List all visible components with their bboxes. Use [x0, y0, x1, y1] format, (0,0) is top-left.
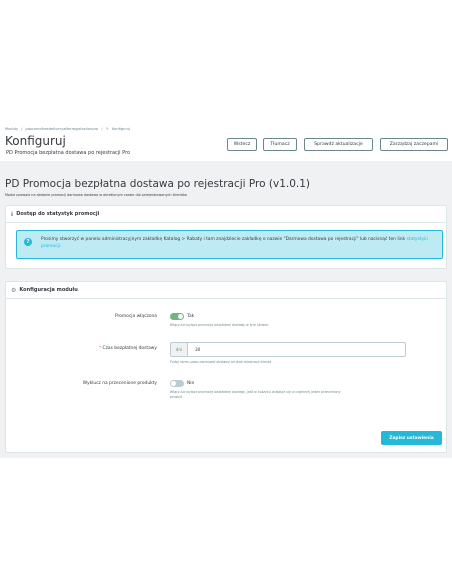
info-icon: ℹ — [11, 210, 14, 218]
module-description: Moduł pozwala na dodanie promocji darmow… — [5, 193, 187, 197]
breadcrumb-item-configure: Konfiguruj — [111, 127, 131, 131]
exclude-sale-help: Włącz lub wyłącz promocję bezpłatnej dos… — [170, 390, 440, 399]
exclude-sale-help-line2: produkt — [170, 394, 183, 399]
free-time-label: * Czas bezpłatnej dostawy — [60, 346, 157, 351]
config-panel: ⚙ Konfiguracja modułu — [5, 281, 447, 453]
breadcrumb-separator: / — [21, 127, 23, 131]
exclude-sale-toggle[interactable] — [170, 380, 184, 387]
question-circle-icon: ? — [24, 238, 32, 246]
free-time-label-text: Czas bezpłatnej dostawy — [102, 346, 157, 351]
breadcrumb-item-module[interactable]: pdpromofreedeliveryafterregistrationpro — [26, 127, 99, 131]
alert-text: Prosimy stworzyć w panelu administracyjn… — [41, 237, 439, 250]
promo-enabled-toggle[interactable] — [170, 313, 184, 320]
free-time-input[interactable]: 30 — [188, 343, 405, 356]
toggle-knob — [171, 381, 176, 386]
toggle-knob — [178, 314, 183, 319]
save-button[interactable]: Zapisz ustawienia — [381, 431, 442, 445]
breadcrumb-separator: / — [101, 127, 103, 131]
promo-enabled-value: Tak — [187, 314, 195, 319]
gears-icon: ⚙ — [11, 286, 17, 294]
module-title: PD Promocja bezpłatna dostawa po rejestr… — [5, 178, 311, 190]
promo-enabled-label: Promocja włączona — [114, 314, 157, 319]
stats-panel: ℹ Dostęp do statystyk promocji ? Prosimy… — [5, 205, 447, 269]
alert-message: Prosimy stworzyć w panelu administracyjn… — [41, 237, 406, 242]
stats-panel-header: ℹ Dostęp do statystyk promocji — [6, 206, 446, 223]
page-subtitle: PD Promocja bezpłatna dostawa po rejestr… — [6, 150, 131, 156]
page: Moduły / pdpromofreedeliveryafterregistr… — [0, 0, 452, 584]
exclude-sale-label: Wyklucz na przecenione produkty — [82, 381, 157, 386]
required-mark: * — [98, 346, 102, 351]
config-panel-title: Konfiguracja modułu — [19, 287, 78, 293]
promo-enabled-help: Włącz lub wyłącz promocję bezpłatnej dos… — [170, 323, 269, 327]
breadcrumb-item-modules[interactable]: Moduły — [5, 127, 18, 131]
check-update-button[interactable]: Sprawdź aktualizacje — [304, 138, 373, 151]
page-title: Konfiguruj — [5, 134, 66, 148]
exclude-sale-value: Nie — [187, 381, 195, 386]
breadcrumb: Moduły / pdpromofreedeliveryafterregistr… — [5, 127, 132, 131]
free-time-help: Podaj okres czasu darmowej dostawy od dn… — [170, 360, 272, 364]
pencil-icon: ✎ — [105, 127, 109, 131]
stats-panel-title: Dostęp do statystyk promocji — [16, 211, 100, 217]
days-addon: dni — [171, 343, 188, 356]
manage-hooks-button[interactable]: Zarządzaj zaczepami — [380, 138, 448, 151]
config-panel-header: ⚙ Konfiguracja modułu — [6, 282, 446, 299]
back-button[interactable]: Wstecz — [227, 138, 257, 151]
translate-button[interactable]: Tłumacz — [263, 138, 297, 151]
info-alert: ? Prosimy stworzyć w panelu administracy… — [16, 230, 443, 259]
free-time-input-group[interactable]: dni 30 — [170, 342, 406, 357]
